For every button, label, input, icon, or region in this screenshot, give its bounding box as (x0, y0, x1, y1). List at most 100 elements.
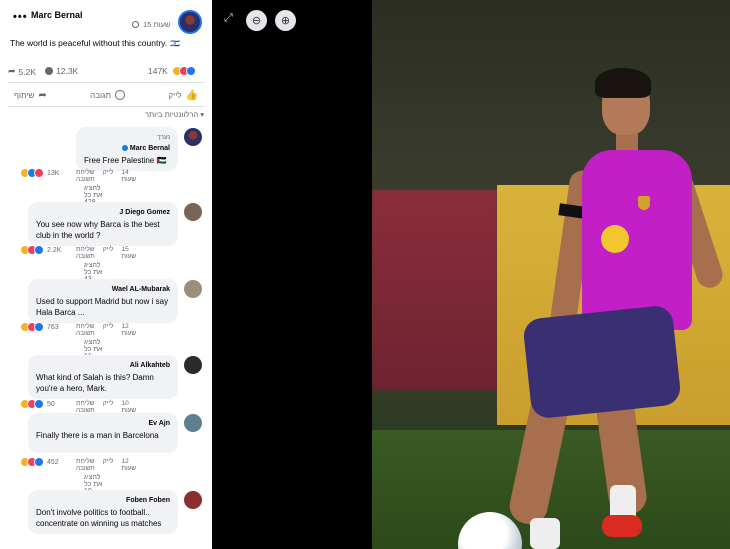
share-count[interactable]: ➦ 5.2K (8, 66, 36, 77)
commenter-avatar[interactable] (184, 128, 202, 146)
commenter-name[interactable]: Wael AL-Mubarak (36, 284, 170, 295)
like-link[interactable]: לייק (103, 323, 114, 337)
player-shorts (522, 304, 682, 420)
flag-emoji: 🇮🇱 (170, 39, 181, 48)
commenter-name[interactable]: J Diego Gomez (36, 207, 170, 218)
comment-count[interactable]: 12.3K (45, 66, 78, 76)
commenter-avatar[interactable] (184, 280, 202, 298)
reaction-count-value: 147K (148, 66, 168, 76)
reply-link[interactable]: שליחת תשובה (76, 458, 95, 472)
share-button-label: שיתוף (14, 90, 35, 100)
comment-time[interactable]: 10 שעות (121, 400, 136, 414)
like-link[interactable]: לייק (103, 458, 114, 472)
commenter-name[interactable]: Foben Foben (36, 495, 170, 506)
comment-reactions[interactable]: 763 (20, 322, 59, 332)
share-arrow-icon: ➦ (38, 89, 47, 101)
like-icon (34, 245, 44, 255)
comment-button[interactable]: תגובה (84, 90, 131, 100)
globe-icon (132, 21, 139, 28)
post-header: ••• Marc Bernal 15 שעות (0, 0, 212, 34)
comment-button-label: תגובה (90, 90, 111, 100)
like-link[interactable]: לייק (103, 246, 114, 260)
commenter-avatar[interactable] (184, 356, 202, 374)
reaction-count[interactable]: 147K (148, 66, 196, 76)
comment-reactions[interactable]: 13K (20, 168, 59, 178)
divider (8, 82, 204, 83)
comment-reactions[interactable]: 50 (20, 399, 55, 409)
like-button-label: לייק (168, 90, 182, 100)
love-icon (34, 168, 44, 178)
reply-link[interactable]: שליחת תשובה (76, 169, 95, 183)
edited-label: נערך (157, 134, 170, 141)
verified-badge-icon (121, 145, 128, 152)
comment-meta: שליחת תשובה לייק 14 שעות (76, 169, 136, 183)
post-time[interactable]: 15 שעות (143, 20, 170, 29)
share-button[interactable]: שיתוף ➦ (8, 90, 53, 101)
share-count-value: 5.2K (18, 66, 37, 77)
player-hair (595, 68, 651, 98)
comment-reactions[interactable]: 2.2K (20, 245, 61, 255)
like-icon (34, 322, 44, 332)
divider (8, 106, 204, 107)
comment-count-value: 12.3K (56, 66, 79, 76)
comment-text: You see now why Barca is the best club i… (36, 220, 160, 240)
photo-viewer-controls (212, 0, 372, 549)
post-actions: שיתוף ➦ תגובה לייק 👍 (8, 86, 204, 104)
comment-text: Finally there is a man in Barcelona (36, 431, 159, 440)
commenter-avatar[interactable] (184, 414, 202, 432)
commenter-name[interactable]: Marc Bernal (84, 143, 170, 154)
reaction-icons (20, 399, 44, 409)
like-link[interactable]: לייק (103, 400, 114, 414)
reply-link[interactable]: שליחת תשובה (76, 246, 95, 260)
reaction-icons (20, 245, 44, 255)
comment-icon (115, 90, 125, 100)
comment-time[interactable]: 12 שעות (121, 323, 136, 337)
reaction-icons (20, 457, 44, 467)
comment-time[interactable]: 12 שעות (121, 458, 136, 472)
comment-reaction-count: 50 (47, 400, 55, 408)
reply-link[interactable]: שליחת תשובה (76, 323, 95, 337)
zoom-in-button[interactable]: ⊕ (275, 10, 296, 31)
commenter-name[interactable]: Ev Ajn (36, 418, 170, 429)
post-photo[interactable] (372, 0, 730, 549)
reaction-icons (171, 66, 196, 76)
more-options-icon[interactable]: ••• (13, 11, 28, 23)
shirt-sponsor-logo (601, 225, 629, 253)
comment-bubble: Wael AL-Mubarak Used to support Madrid b… (28, 279, 178, 323)
comment-bubble-icon (45, 67, 53, 75)
comment-bubble: נערך Marc Bernal Free Free Palestine 🇵🇸 (76, 127, 178, 171)
comment-text: Free Free Palestine 🇵🇸 (84, 156, 167, 165)
reaction-icons (20, 322, 44, 332)
sort-dropdown[interactable]: הרלוונטיות ביותר ▾ (145, 110, 204, 119)
comment-reaction-count: 13K (47, 169, 60, 177)
zoom-in-icon: ⊕ (280, 15, 291, 27)
zoom-out-button[interactable]: ⊖ (246, 10, 267, 31)
comment-text: What kind of Salah is this? Damn you're … (36, 373, 154, 393)
commenter-avatar[interactable] (184, 491, 202, 509)
comment-time[interactable]: 15 שעות (121, 246, 136, 260)
author-avatar[interactable] (178, 10, 202, 34)
comment-reactions[interactable]: 452 (20, 457, 59, 467)
like-button[interactable]: לייק 👍 (162, 90, 204, 101)
zoom-out-icon: ⊖ (251, 15, 262, 27)
photo-ad-board-red (372, 190, 497, 390)
comment-meta: שליחת תשובה לייק 12 שעות (76, 323, 136, 337)
thumbs-up-icon: 👍 (185, 89, 198, 101)
post-stats: ➦ 5.2K 12.3K 147K (0, 64, 212, 80)
commenter-avatar[interactable] (184, 203, 202, 221)
comment-time[interactable]: 14 שעות (121, 169, 136, 183)
post-text-body: The world is peaceful without this count… (10, 38, 168, 48)
post-panel: ••• Marc Bernal 15 שעות The world is pea… (0, 0, 212, 549)
post-author[interactable]: Marc Bernal (31, 10, 83, 20)
comment-bubble: J Diego Gomez You see now why Barca is t… (28, 202, 178, 246)
like-icon (34, 457, 44, 467)
commenter-name-text: Marc Bernal (129, 145, 170, 152)
like-icon (34, 399, 44, 409)
comment-text: Used to support Madrid but now i say Hal… (36, 297, 169, 317)
share-icon: ➦ (8, 66, 16, 76)
player-right-shoe (602, 515, 642, 537)
reply-link[interactable]: שליחת תשובה (76, 400, 95, 414)
commenter-name[interactable]: Ali Alkahteb (36, 360, 170, 371)
like-link[interactable]: לייק (103, 169, 114, 183)
expand-icon[interactable]: ⤢ (224, 12, 233, 25)
